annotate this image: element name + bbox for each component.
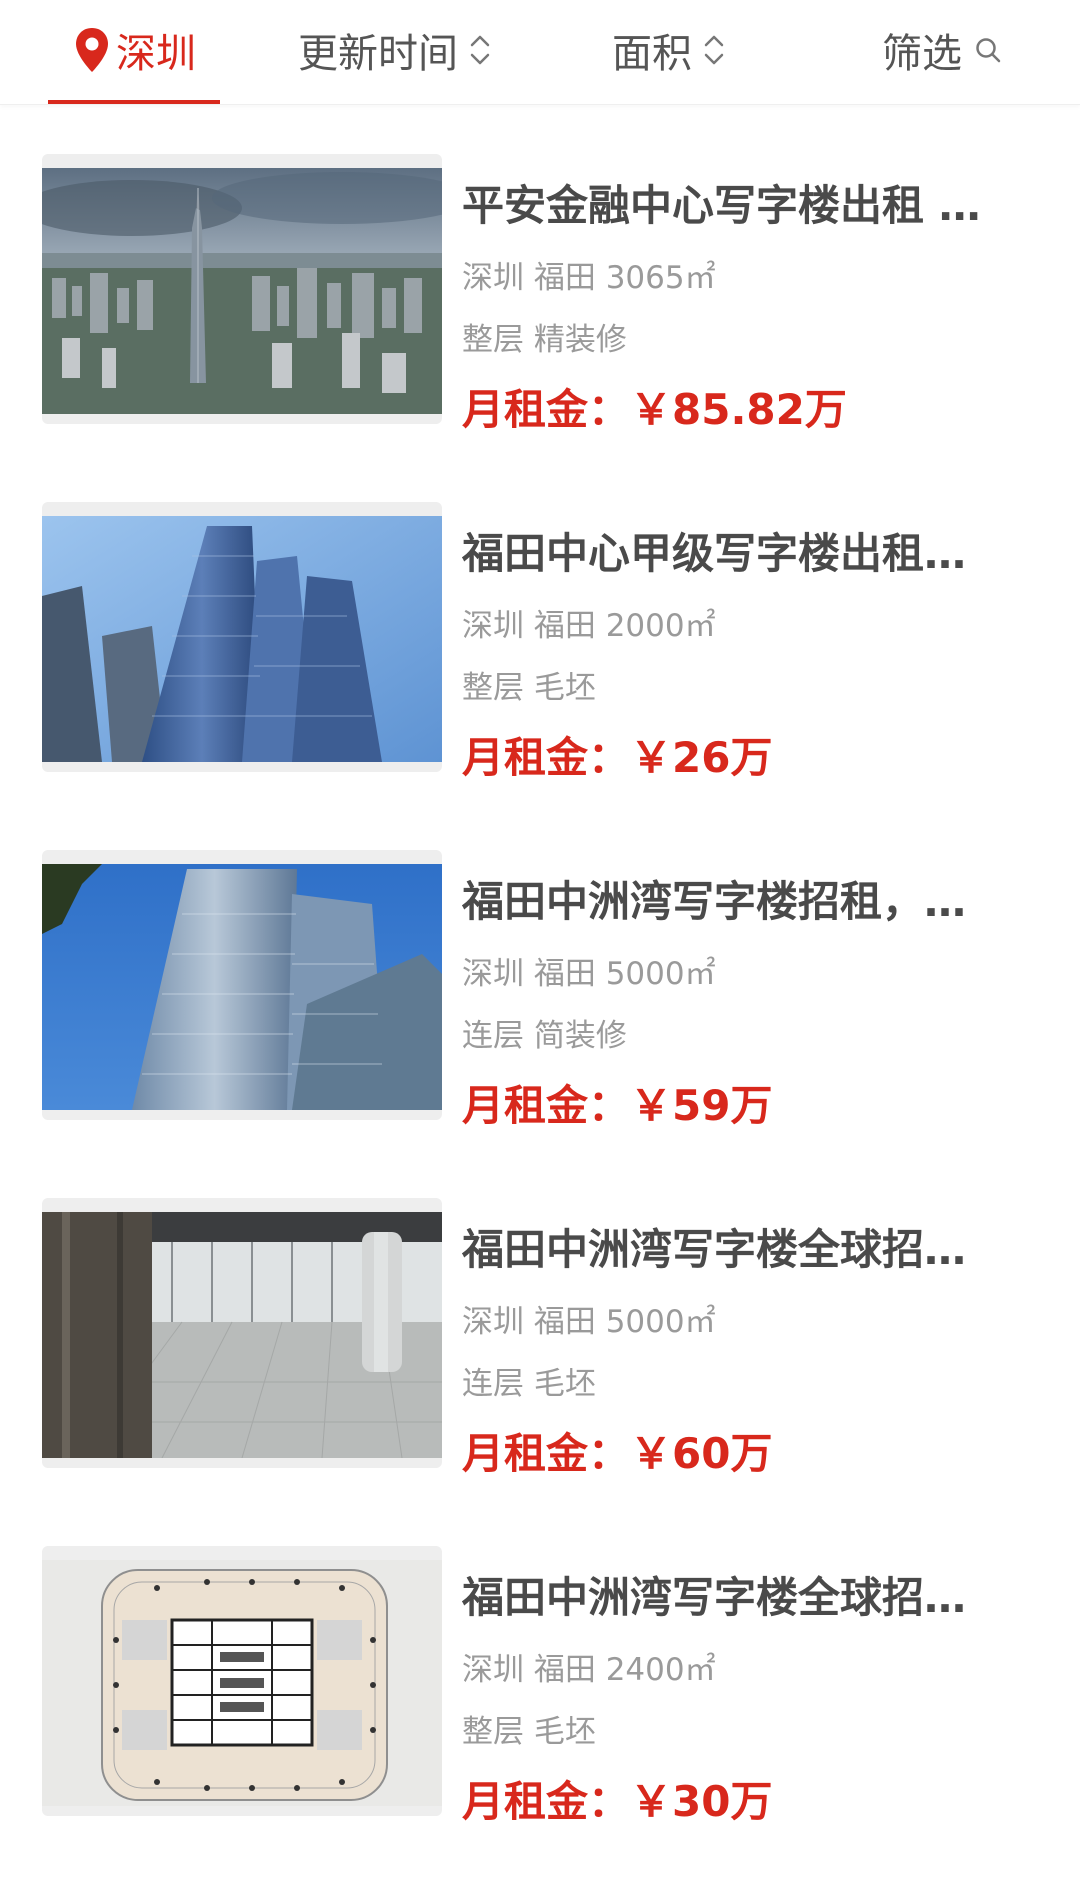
tab-area[interactable]: 面积: [612, 20, 726, 80]
listing-location: 深圳 福田 2000㎡: [462, 608, 716, 644]
listing-item[interactable]: 福田中洲湾写字楼全球招… 深圳 福田 2400㎡ 整层 毛坯 月租金：￥30万: [0, 1546, 1080, 1826]
listing-item[interactable]: 平安金融中心写字楼出租 … 深圳 福田 3065㎡ 整层 精装修 月租金：￥85…: [0, 154, 1080, 434]
listing-thumbnail[interactable]: [42, 154, 442, 424]
price-value: ￥30万: [630, 1777, 773, 1826]
listing-price: 月租金：￥30万: [462, 1768, 772, 1829]
empty-office-interior-image: [42, 1212, 442, 1458]
listing-location: 深圳 福田 2400㎡: [462, 1652, 716, 1688]
listing-location: 深圳 福田 3065㎡: [462, 260, 716, 296]
tab-update-time[interactable]: 更新时间: [298, 20, 492, 80]
price-value: ￥59万: [630, 1081, 773, 1130]
tab-city[interactable]: 深圳: [72, 20, 196, 80]
price-label: 月租金：: [462, 385, 631, 434]
listing-location: 深圳 福田 5000㎡: [462, 1304, 716, 1340]
price-value: ￥26万: [630, 733, 773, 782]
tab-filter-label: 筛选: [882, 31, 962, 77]
price-label: 月租金：: [462, 733, 631, 782]
listing-title[interactable]: 福田中洲湾写字楼全球招…: [462, 1216, 1022, 1277]
listing-decoration: 连层 毛坯: [462, 1366, 596, 1402]
listing-title[interactable]: 福田中洲湾写字楼招租，…: [462, 868, 1022, 929]
price-label: 月租金：: [462, 1429, 631, 1478]
listing-thumbnail[interactable]: [42, 502, 442, 772]
listing-decoration: 整层 毛坯: [462, 1714, 596, 1750]
floor-plan-image: [42, 1560, 442, 1806]
listing-title[interactable]: 福田中洲湾写字楼全球招…: [462, 1564, 1022, 1625]
listing-price: 月租金：￥26万: [462, 724, 772, 785]
active-tab-indicator: [48, 100, 220, 104]
city-skyline-image: [42, 168, 442, 414]
filter-bar: 深圳 更新时间 面积 筛选: [0, 0, 1080, 105]
listing-location: 深圳 福田 5000㎡: [462, 956, 716, 992]
price-value: ￥85.82万: [630, 385, 847, 434]
location-pin-icon: [76, 28, 108, 72]
tab-update-time-label: 更新时间: [298, 31, 458, 77]
listing-price: 月租金：￥60万: [462, 1420, 772, 1481]
glass-towers-image: [42, 516, 442, 762]
listing-thumbnail[interactable]: [42, 1198, 442, 1468]
search-icon: [976, 38, 1001, 63]
listing-price: 月租金：￥85.82万: [462, 376, 847, 437]
listing-item[interactable]: 福田中心甲级写字楼出租… 深圳 福田 2000㎡ 整层 毛坯 月租金：￥26万: [0, 502, 1080, 782]
listing-item[interactable]: 福田中洲湾写字楼招租，… 深圳 福田 5000㎡ 连层 简装修 月租金：￥59万: [0, 850, 1080, 1130]
sort-arrows-icon: [704, 35, 724, 65]
price-label: 月租金：: [462, 1777, 631, 1826]
tab-area-label: 面积: [612, 31, 692, 77]
glass-towers-sky-image: [42, 864, 442, 1110]
listing-thumbnail[interactable]: [42, 1546, 442, 1816]
listing-price: 月租金：￥59万: [462, 1072, 772, 1133]
tab-city-label: 深圳: [116, 31, 196, 77]
price-label: 月租金：: [462, 1081, 631, 1130]
listing-decoration: 整层 毛坯: [462, 670, 596, 706]
listing-title[interactable]: 平安金融中心写字楼出租 …: [462, 172, 1022, 233]
listing-thumbnail[interactable]: [42, 850, 442, 1120]
sort-arrows-icon: [470, 35, 490, 65]
listing-decoration: 连层 简装修: [462, 1018, 627, 1054]
listing-decoration: 整层 精装修: [462, 322, 627, 358]
price-value: ￥60万: [630, 1429, 773, 1478]
tab-filter[interactable]: 筛选: [882, 20, 1002, 80]
listing-item[interactable]: 福田中洲湾写字楼全球招… 深圳 福田 5000㎡ 连层 毛坯 月租金：￥60万: [0, 1198, 1080, 1478]
listing-title[interactable]: 福田中心甲级写字楼出租…: [462, 520, 1022, 581]
